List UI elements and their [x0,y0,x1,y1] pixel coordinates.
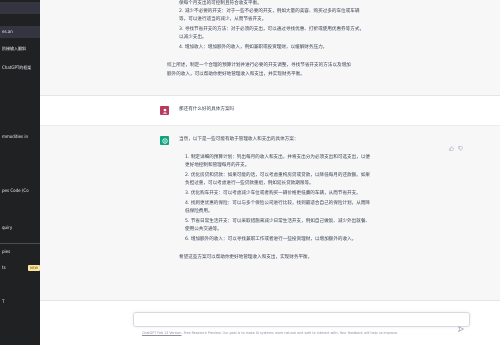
previous-answer-block: 保每个月支出的可控制且符合收支平衡。 2. 减少不必要的开支：对于一些不必要的开… [40,0,500,96]
version-link[interactable]: ChatGPT Feb 13 Version [142,331,182,335]
answer-list-line: 更好地控制和管理每月的开支。 [185,163,250,168]
sidebar-item-3[interactable]: ChatGPT的框架 [0,62,40,74]
answer-line: 以减少支出。 [179,35,207,40]
user-avatar [160,106,169,115]
sidebar-item-label: mmodities in [2,134,29,139]
sidebar-item-0[interactable] [0,2,40,14]
thumbs-down-icon[interactable] [458,136,463,151]
answer-line: 3. 寻找节省开支的方法：对于必须的支出，可以通过寻找优惠、打折或使用优惠券等方… [179,27,365,32]
sidebar-item-label: 阶梯输入翻斜 [2,46,26,51]
sidebar-item-bottom[interactable]: T [0,296,40,308]
answer-list-line: 6. 增加额外的收入：可以寻找兼职工作或者进行一些投资理财，以增加额外的收入。 [185,237,357,242]
sidebar-item-2[interactable]: 阶梯输入翻斜 [0,43,40,55]
answer-outro: 希望这些方案可以帮助你更好地管理收入和支出，实现财务平衡。 [179,255,313,260]
sidebar-item-label: es.an [2,29,13,34]
conversation-panel: 保每个月支出的可控制且符合收支平衡。 2. 减少不必要的开支：对于一些不必要的开… [40,0,500,345]
chatgpt-avatar [160,136,169,145]
answer-list-line: 4. 找到更优惠的保险：可以与多个保险公司进行比较，找到最适合自己的保险计划，从… [185,201,371,206]
answer-line: 保每个月支出的可控制且符合收支平衡。 [179,1,262,6]
footer-disclaimer: ChatGPT Feb 13 Version. Free Research Pr… [40,331,500,335]
sidebar-divider [0,243,40,244]
answer-line: 4. 增加收入：增加额外的收入，例如兼职或投资理财，以缓解财务压力。 [179,45,328,50]
answer-line: 综上所述，制定一个合理的预算计划并进行必要的开支调整，寻找节省开支的方法以及增加 [167,63,351,68]
openai-logo-icon [161,137,168,144]
sidebar-item-6[interactable]: quiry [0,222,40,234]
sidebar-item-1[interactable]: es.an [0,26,40,38]
sidebar: es.an 阶梯输入翻斜 ChatGPT的框架 mmodities in pes… [0,0,40,345]
user-message-block: 那还有什么好的具体方案吗 [40,96,500,126]
answer-line: 额外的收入，可以帮助你更好地管理收入和支出，并实现财务平衡。 [167,72,305,77]
sidebar-item-4[interactable]: mmodities in [0,131,40,143]
answer-line: 2. 减少不必要的开支：对于一些不必要的开支，例如大量的美容、购买过多的车位或车… [179,9,360,14]
answer-list-line: 2. 优化房贷和贷款：如果可能的话，可以考虑重构房贷或贷款，以降低每月的还款额。… [185,173,371,178]
sidebar-item-label: quiry [2,225,13,230]
sidebar-item-label: pes Code (Co [2,188,29,193]
sidebar-item-label: pies [2,249,11,254]
answer-list-line: 3. 优化购车开支：可以考虑减少车位或者购买一辆价格更低廉的车辆，从而节省开支。 [185,191,361,196]
send-icon[interactable] [458,317,465,332]
answer-list-line: 低保险费用。 [185,209,213,214]
answer-list-line: 1. 制定详细的预算计划：列出每月的收入和支出，并将支出分为必须支出和可选支出，… [185,155,371,160]
sidebar-item-7[interactable]: pies [0,246,40,258]
new-badge: NEW [28,265,40,271]
user-icon [162,108,167,114]
assistant-message-block: 当然，以下是一些可能有助于管理收入和支出的具体方案： 1. 制定详细的预算计划：… [40,126,500,301]
footer-text: . Free Research Preview. Our goal is to … [181,331,399,335]
answer-line: 等，可以进行适当的减少，从而节省开支。 [179,17,267,22]
thumbs-up-icon[interactable] [449,136,454,151]
user-message-text: 那还有什么好的具体方案吗 [179,107,235,112]
sidebar-item-label: ts [2,265,6,270]
answer-list-line: 5. 节省日常生活开支：可以采取措施来减少日常生活开支，例如自己做饭、减少外出就… [185,219,371,224]
message-input[interactable] [133,312,470,332]
answer-intro: 当然，以下是一些可能有助于管理收入和支出的具体方案： [179,137,299,142]
answer-list-line: 负担过重，可以考虑进行一些贷款重组，例如延长贷款期限等。 [185,181,314,186]
sidebar-item-label: ChatGPT的框架 [2,65,32,70]
answer-list-line: 使用公共交通等。 [185,227,222,232]
sidebar-item-5[interactable]: pes Code (Co [0,185,40,197]
sidebar-item-label: T [2,299,5,304]
